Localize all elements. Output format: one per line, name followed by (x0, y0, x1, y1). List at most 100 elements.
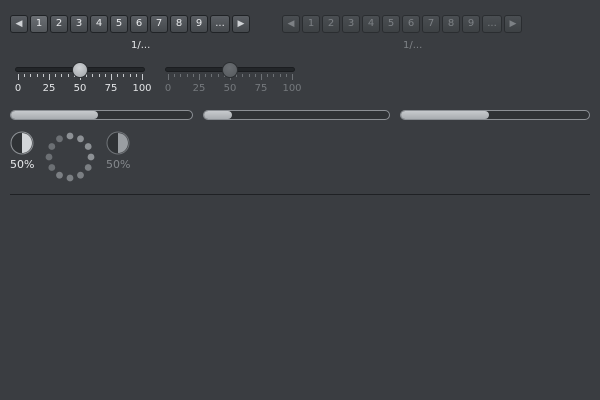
slider-tick (36, 74, 38, 77)
spinner-dot (56, 171, 63, 179)
pager-next-button[interactable]: ▶ (232, 15, 250, 33)
slider-tick (18, 74, 19, 80)
pager-info-disabled: 1/... (403, 40, 423, 51)
slider-tick (168, 74, 169, 80)
slider-tick (248, 74, 250, 77)
busy-spinner (45, 132, 95, 182)
spinner-dot (77, 171, 84, 179)
spinner-dot (87, 153, 95, 161)
pager-page-4[interactable]: 4 (90, 15, 108, 33)
pager-page-7[interactable]: 7 (150, 15, 168, 33)
pie-progress-enabled (10, 131, 34, 155)
triangle-right-icon: ▶ (237, 19, 245, 29)
slider-thumb-disabled (222, 62, 238, 78)
pager-page-5[interactable]: 5 (110, 15, 128, 33)
progress-bar-fill (204, 111, 232, 119)
pager-disabled: ◀ 1 2 3 4 5 6 7 8 9 ... ▶ (282, 15, 522, 33)
slider-tick (254, 74, 256, 77)
pager-enabled: ◀ 1 2 3 4 5 6 7 8 9 ... ▶ (10, 15, 250, 33)
pager-info: 1/... (131, 40, 151, 51)
slider-tick (199, 74, 200, 80)
triangle-left-icon: ◀ (287, 19, 295, 29)
spinner-dot (56, 135, 63, 143)
pager-prev-button[interactable]: ◀ (10, 15, 28, 33)
pager-page-9[interactable]: 9 (190, 15, 208, 33)
slider-tick (104, 74, 106, 77)
slider-label-50: 50 (73, 83, 87, 94)
pager-next-button-disabled: ▶ (504, 15, 522, 33)
progress-bar-fill (401, 111, 490, 119)
slider-tick (142, 74, 143, 80)
slider-tick (279, 74, 281, 77)
slider-tick (242, 74, 244, 77)
pager-page-8-disabled: 8 (442, 15, 460, 33)
slider-tick (129, 74, 131, 77)
slider-label-75-disabled: 75 (254, 83, 268, 94)
pager-ellipsis-button-disabled: ... (482, 15, 502, 33)
slider-tick (267, 74, 269, 77)
slider-tick (292, 74, 293, 80)
spinner-dot (66, 174, 74, 182)
pie-progress-label-disabled: 50% (106, 158, 131, 171)
slider-tick (285, 74, 287, 77)
progress-bar-3 (400, 110, 590, 120)
slider-tick (273, 74, 275, 77)
pager-page-5-disabled: 5 (382, 15, 400, 33)
slider-tick (67, 74, 69, 77)
slider-tick (123, 74, 125, 77)
slider-label-100-disabled: 100 (282, 83, 302, 94)
pager-page-4-disabled: 4 (362, 15, 380, 33)
slider-tick (261, 74, 262, 80)
pager-ellipsis-button[interactable]: ... (210, 15, 230, 33)
progress-bar-2 (203, 110, 390, 120)
slider-tick (174, 74, 176, 77)
spinner-dot (77, 135, 84, 143)
slider-tick (117, 74, 119, 77)
slider-tick (180, 74, 182, 77)
pager-prev-button-disabled: ◀ (282, 15, 300, 33)
pager-page-8[interactable]: 8 (170, 15, 188, 33)
pager-page-2[interactable]: 2 (50, 15, 68, 33)
pager-page-9-disabled: 9 (462, 15, 480, 33)
pager-page-2-disabled: 2 (322, 15, 340, 33)
slider-tick (186, 74, 188, 77)
slider-label-25-disabled: 25 (192, 83, 206, 94)
slider-tick (49, 74, 50, 80)
slider-tick (98, 74, 100, 77)
slider-label-100: 100 (132, 83, 152, 94)
slider-tick (217, 74, 219, 77)
spinner-dot (66, 132, 74, 140)
triangle-right-icon: ▶ (509, 19, 517, 29)
pie-progress-label: 50% (10, 158, 35, 171)
slider-label-75: 75 (104, 83, 118, 94)
progress-bar-fill (11, 111, 98, 119)
pager-page-6-disabled: 6 (402, 15, 420, 33)
slider-tick (111, 74, 112, 80)
slider-tick (205, 74, 207, 77)
slider-disabled: 0 25 50 75 100 (165, 60, 302, 100)
spinner-dot (48, 164, 56, 171)
pie-progress-disabled (106, 131, 130, 155)
pager-page-7-disabled: 7 (422, 15, 440, 33)
pager-page-3-disabled: 3 (342, 15, 360, 33)
slider-tick (30, 74, 32, 77)
slider-enabled[interactable]: 0 25 50 75 100 (14, 60, 152, 100)
slider-tick (61, 74, 63, 77)
pager-page-1-disabled: 1 (302, 15, 320, 33)
slider-tick (211, 74, 213, 77)
slider-label-0: 0 (14, 83, 22, 94)
pager-page-6[interactable]: 6 (130, 15, 148, 33)
progress-bar-1 (10, 110, 193, 120)
slider-tick (135, 74, 137, 77)
spinner-dot (48, 143, 56, 150)
spinner-dot (84, 164, 92, 171)
slider-label-25: 25 (42, 83, 56, 94)
spinner-dot (45, 153, 53, 161)
slider-tick (55, 74, 57, 77)
slider-thumb[interactable] (72, 62, 88, 78)
slider-label-50-disabled: 50 (223, 83, 237, 94)
slider-tick (92, 74, 94, 77)
spinner-dot (84, 143, 92, 150)
pager-page-3[interactable]: 3 (70, 15, 88, 33)
pager-page-1[interactable]: 1 (30, 15, 48, 33)
